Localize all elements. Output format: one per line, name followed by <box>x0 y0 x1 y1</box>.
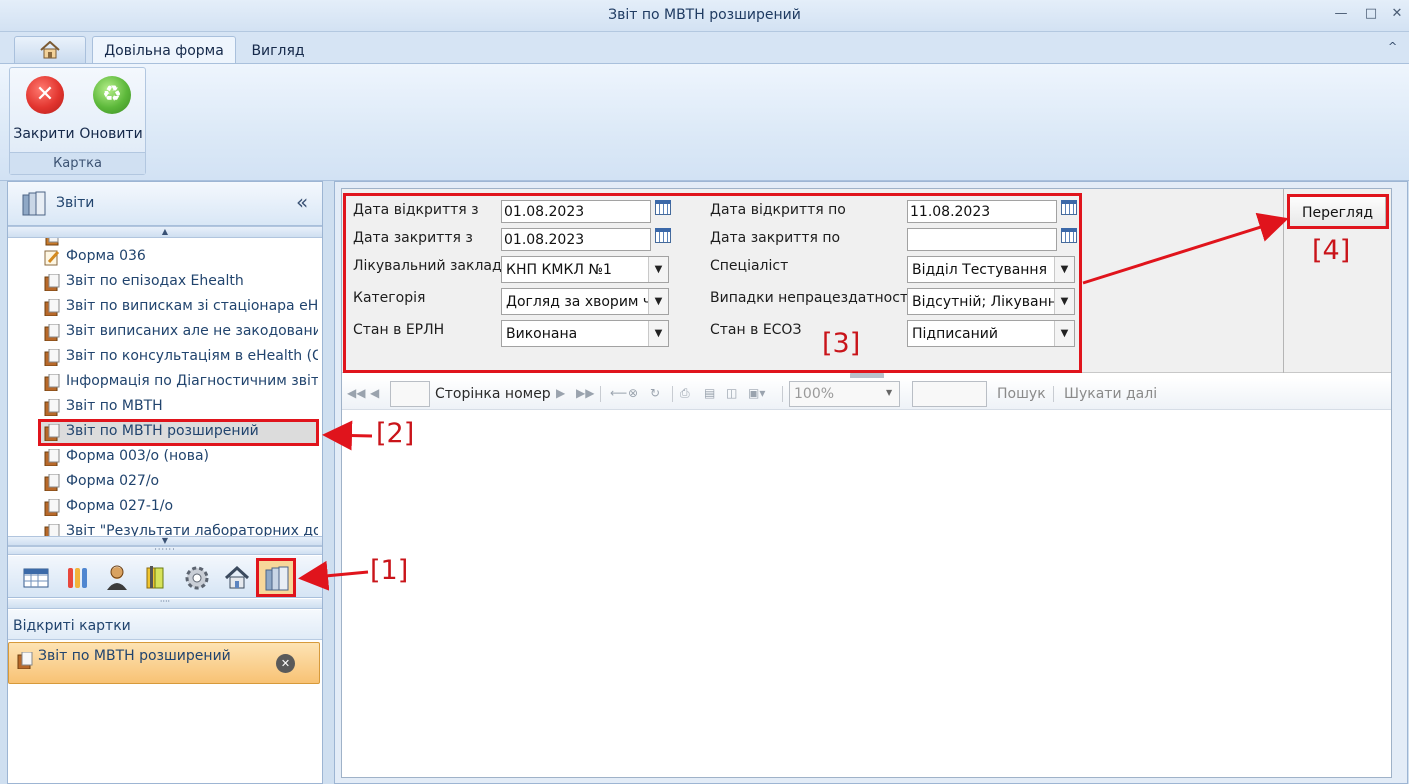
arrow-1 <box>298 560 369 591</box>
annotation-label-2: [2] <box>376 418 415 449</box>
annotation-label-4: [4] <box>1312 235 1351 266</box>
annotation-label-3: [3] <box>822 328 861 359</box>
annotation-label-1: [1] <box>370 555 409 586</box>
annotation-arrows <box>298 212 1289 591</box>
arrow-2 <box>322 420 373 451</box>
arrow-3-4 <box>1082 212 1289 285</box>
